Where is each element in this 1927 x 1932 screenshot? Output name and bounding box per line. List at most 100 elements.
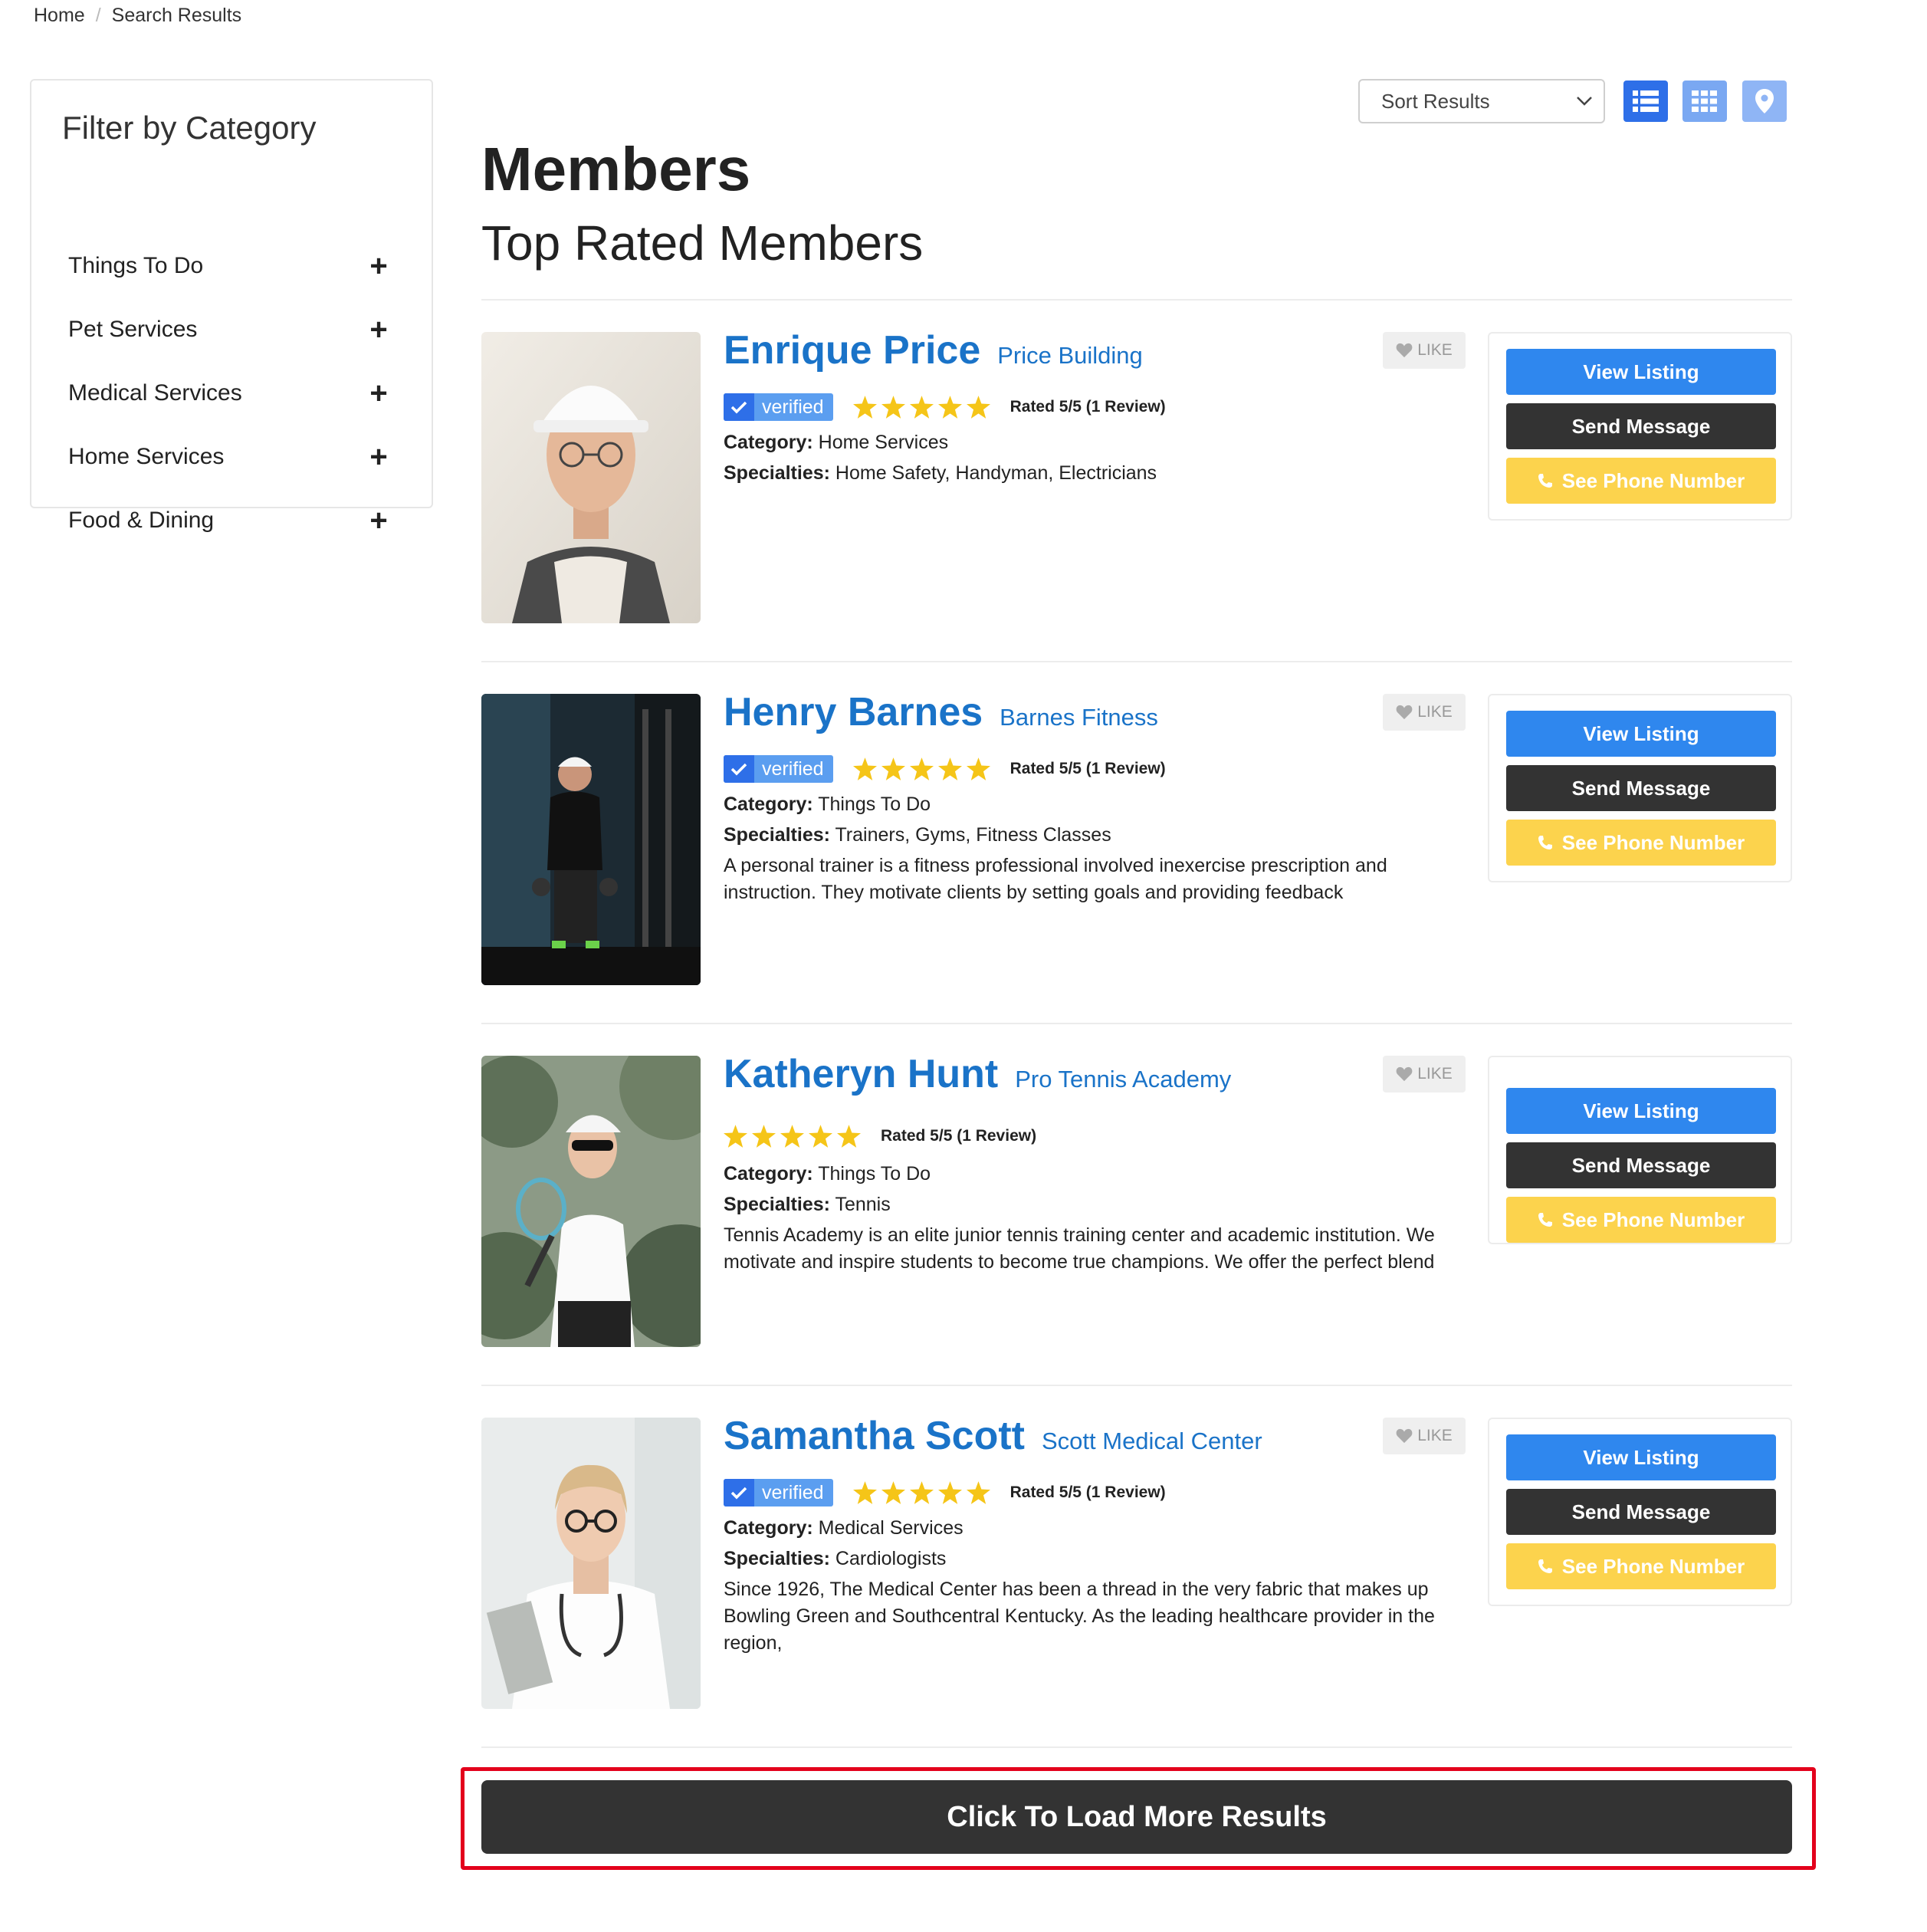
verified-badge: verified [724,1479,833,1506]
star-icon [909,396,934,419]
star-icon [809,1125,832,1148]
like-label: LIKE [1417,703,1453,721]
breadcrumb-current: Search Results [111,5,242,26]
send-message-label: Send Message [1571,1153,1711,1177]
breadcrumb-home-link[interactable]: Home [34,5,85,27]
star-icon [852,396,877,419]
star-icon [966,1481,990,1504]
member-name-link[interactable]: Henry Barnes [724,689,983,735]
star-icon [881,1481,905,1504]
verified-label: verified [762,757,824,780]
see-phone-label: See Phone Number [1561,830,1745,854]
member-category: Category: Things To Do [724,1163,931,1185]
sidebar-item-label: Home Services [68,444,225,469]
sidebar-item-food-dining[interactable]: Food & Dining + [68,498,390,544]
view-listing-label: View Listing [1583,360,1699,383]
member-company-link[interactable]: Price Building [997,342,1143,370]
load-more-button[interactable]: Click To Load More Results [481,1780,1792,1854]
verified-badge: verified [724,755,833,783]
map-pin-icon [1755,89,1774,113]
view-listing-button[interactable]: View Listing [1506,1088,1776,1134]
star-icon [937,757,962,780]
plus-icon[interactable]: + [367,376,390,411]
like-button[interactable]: LIKE [1383,694,1466,731]
member-company-link[interactable]: Scott Medical Center [1042,1428,1262,1455]
like-label: LIKE [1417,1427,1453,1444]
star-icon [852,1481,877,1504]
specialties-value: Home Safety, Handyman, Electricians [835,462,1157,484]
plus-icon[interactable]: + [367,440,390,475]
list-view-button[interactable] [1623,80,1668,122]
see-phone-number-button[interactable]: See Phone Number [1506,820,1776,866]
see-phone-number-button[interactable]: See Phone Number [1506,1197,1776,1243]
category-value: Things To Do [818,1163,931,1184]
member-photo[interactable] [481,694,701,985]
like-button[interactable]: LIKE [1383,1056,1466,1092]
rating-text: Rated 5/5 (1 Review) [881,1127,1037,1145]
heart-icon [1396,705,1413,720]
grid-view-button[interactable] [1682,80,1727,122]
member-photo[interactable] [481,1056,701,1347]
send-message-button[interactable]: Send Message [1506,1489,1776,1535]
member-specialties: Specialties: Home Safety, Handyman, Elec… [724,462,1157,485]
sidebar-title: Filter by Category [62,110,317,146]
view-listing-button[interactable]: View Listing [1506,349,1776,395]
member-category: Category: Medical Services [724,1517,964,1539]
star-icon [909,757,934,780]
view-listing-label: View Listing [1583,1445,1699,1469]
sidebar-item-pet-services[interactable]: Pet Services + [68,307,390,353]
member-name-link[interactable]: Katheryn Hunt [724,1051,998,1097]
category-value: Medical Services [818,1517,964,1539]
star-icon [966,757,990,780]
member-photo[interactable] [481,1418,701,1709]
like-button[interactable]: LIKE [1383,332,1466,369]
member-specialties: Specialties: Tennis [724,1194,891,1216]
sidebar-item-things-to-do[interactable]: Things To Do + [68,243,390,289]
page-subtitle: Top Rated Members [481,215,924,271]
specialties-value: Trainers, Gyms, Fitness Classes [835,824,1111,846]
sort-results-label: Sort Results [1381,89,1490,113]
star-icon [724,1125,747,1148]
send-message-label: Send Message [1571,414,1711,438]
specialties-value: Cardiologists [835,1548,947,1569]
divider [481,661,1792,662]
member-card: Henry Barnes Barnes Fitness verified Rat… [481,690,1792,985]
action-box: View Listing Send Message See Phone Numb… [1488,694,1792,882]
view-listing-button[interactable]: View Listing [1506,711,1776,757]
member-name-link[interactable]: Samantha Scott [724,1413,1025,1459]
member-category: Category: Home Services [724,432,948,454]
member-card: Samantha Scott Scott Medical Center veri… [481,1414,1792,1709]
sidebar-item-label: Medical Services [68,380,242,406]
plus-icon[interactable]: + [367,249,390,284]
category-label: Category: [724,432,813,453]
member-specialties: Specialties: Trainers, Gyms, Fitness Cla… [724,824,1111,846]
see-phone-label: See Phone Number [1561,1554,1745,1578]
star-icon [937,396,962,419]
view-listing-label: View Listing [1583,1099,1699,1122]
category-label: Category: [724,794,813,815]
member-company-link[interactable]: Pro Tennis Academy [1015,1066,1231,1093]
sidebar-item-label: Pet Services [68,317,198,342]
sort-results-select[interactable]: Sort Results [1358,79,1605,123]
plus-icon[interactable]: + [367,313,390,347]
send-message-button[interactable]: Send Message [1506,403,1776,449]
breadcrumb-separator: / [95,5,101,26]
member-name-link[interactable]: Enrique Price [724,327,980,373]
member-photo[interactable] [481,332,701,623]
see-phone-number-button[interactable]: See Phone Number [1506,458,1776,504]
rating-text: Rated 5/5 (1 Review) [1009,1484,1166,1501]
sidebar-item-home-services[interactable]: Home Services + [68,434,390,480]
like-button[interactable]: LIKE [1383,1418,1466,1454]
see-phone-number-button[interactable]: See Phone Number [1506,1543,1776,1589]
map-view-button[interactable] [1742,80,1787,122]
send-message-button[interactable]: Send Message [1506,1142,1776,1188]
sidebar-item-medical-services[interactable]: Medical Services + [68,370,390,416]
verified-badge: verified [724,393,833,421]
list-view-icon [1633,90,1659,112]
star-rating [852,396,990,419]
send-message-button[interactable]: Send Message [1506,765,1776,811]
plus-icon[interactable]: + [367,504,390,538]
grid-view-icon [1692,90,1717,112]
view-listing-button[interactable]: View Listing [1506,1434,1776,1480]
member-company-link[interactable]: Barnes Fitness [1000,704,1158,731]
